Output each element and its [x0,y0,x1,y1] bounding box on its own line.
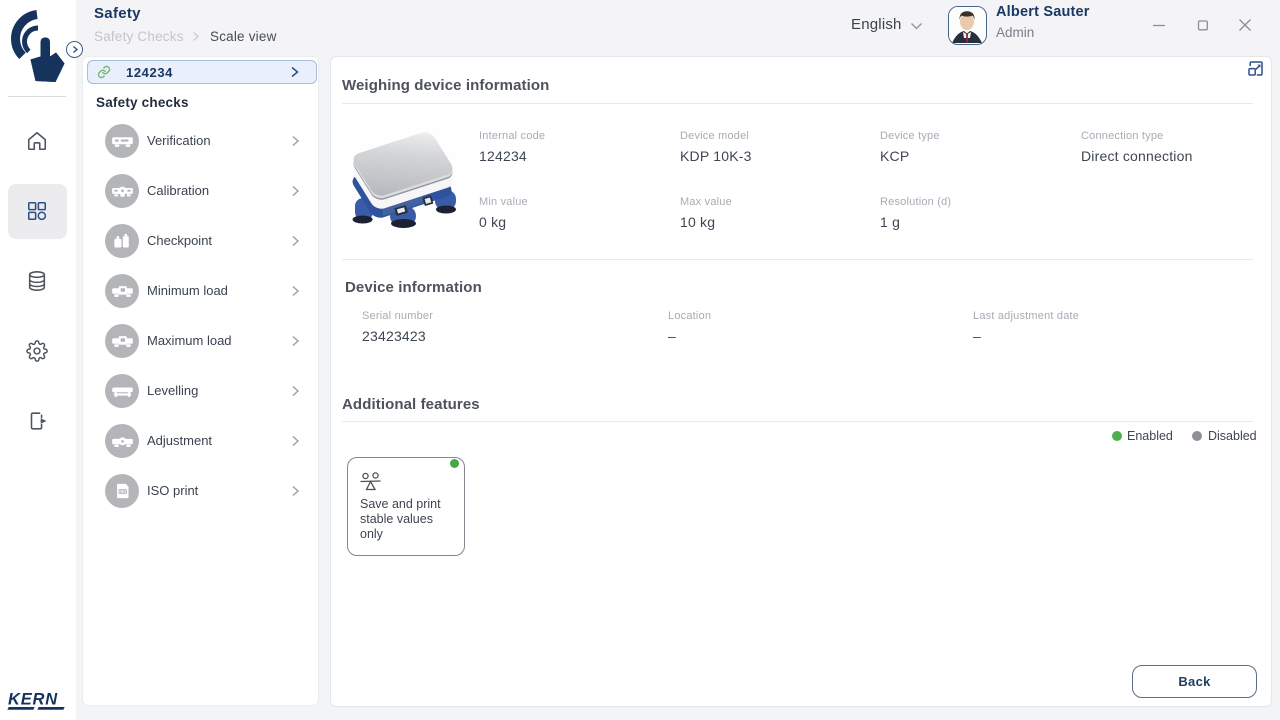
svg-text:ISO: ISO [119,489,127,494]
svg-text:KERN: KERN [8,691,58,709]
